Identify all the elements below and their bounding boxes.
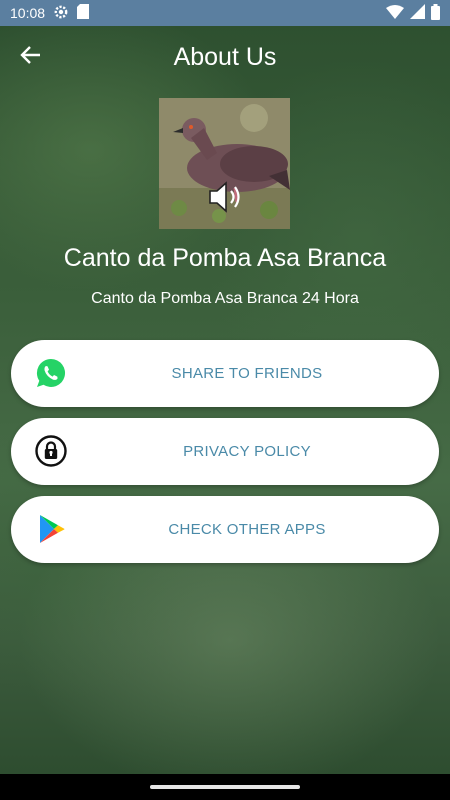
whatsapp-icon (35, 357, 67, 389)
status-bar: 10:08 (0, 0, 450, 26)
share-to-friends-button[interactable]: SHARE TO FRIENDS (11, 340, 439, 407)
check-other-apps-button[interactable]: CHECK OTHER APPS (11, 496, 439, 563)
speaker-icon[interactable] (207, 180, 243, 219)
app-name: Canto da Pomba Asa Branca (63, 244, 387, 272)
home-handle[interactable] (150, 785, 300, 789)
arrow-back-icon (19, 43, 43, 72)
lock-icon (35, 435, 67, 467)
page-title: About Us (173, 42, 277, 71)
back-button[interactable] (14, 40, 48, 74)
play-store-icon (35, 513, 67, 545)
wifi-icon (386, 4, 404, 22)
app-subtitle: Canto da Pomba Asa Branca 24 Hora (91, 290, 359, 307)
battery-icon (431, 3, 440, 23)
check-other-apps-label: CHECK OTHER APPS (168, 521, 326, 538)
privacy-policy-button[interactable]: PRIVACY POLICY (11, 418, 439, 485)
signal-icon (410, 4, 425, 22)
privacy-policy-label: PRIVACY POLICY (183, 443, 311, 460)
navigation-bar (0, 774, 450, 800)
share-to-friends-label: SHARE TO FRIENDS (171, 365, 323, 382)
app-image (159, 98, 290, 229)
status-time: 10:08 (10, 5, 46, 21)
gear-icon (53, 4, 69, 23)
app-bar: About Us (0, 26, 450, 88)
sd-card-icon (77, 4, 90, 22)
